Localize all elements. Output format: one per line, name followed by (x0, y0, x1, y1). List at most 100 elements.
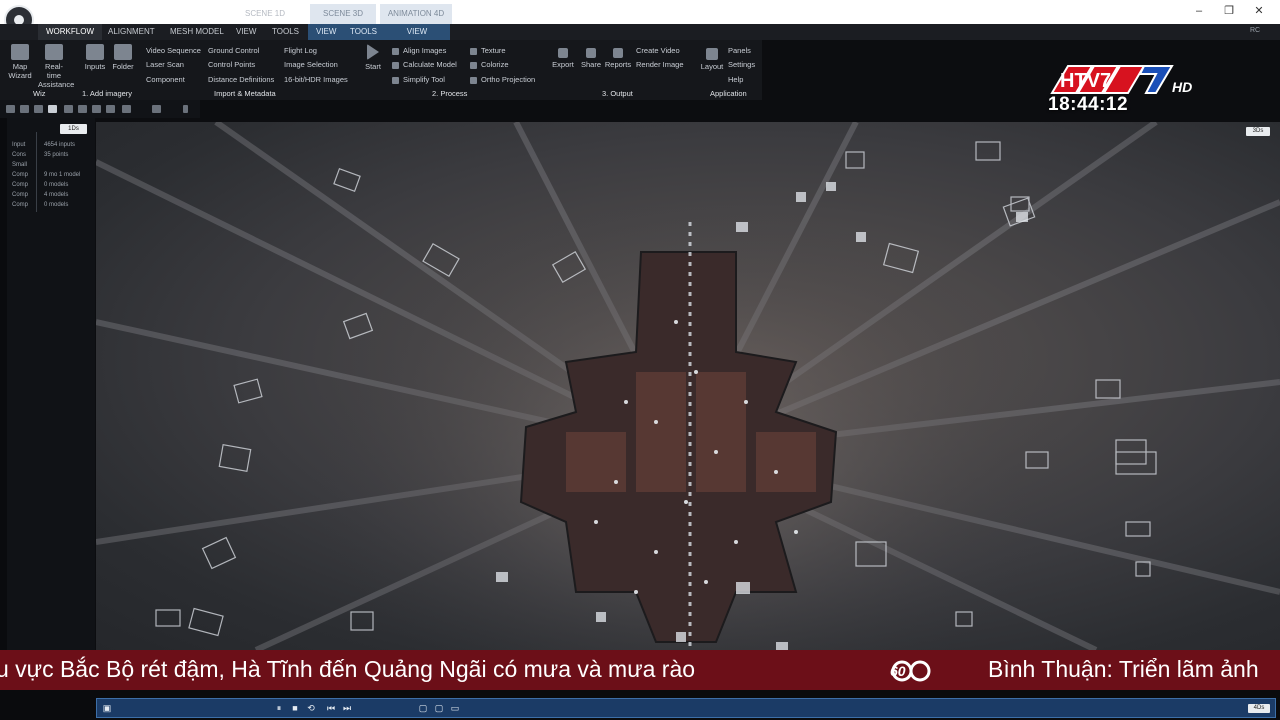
layout-6-icon[interactable] (78, 105, 87, 113)
pause-button[interactable]: ⏸ (273, 702, 285, 714)
tab-animation-4d[interactable]: ANIMATION 4D (380, 4, 452, 24)
panel-row[interactable]: Input 4654 inputs (12, 142, 92, 148)
start-button[interactable]: Start (358, 40, 388, 71)
inputs-label: Inputs (84, 62, 106, 71)
panel-row[interactable]: Small (12, 162, 92, 168)
panel-1ds-badge[interactable]: 1Ds (60, 124, 87, 134)
panel-row[interactable]: Comp 4 models (12, 192, 92, 198)
component-button[interactable]: Component (146, 75, 185, 84)
panels-button[interactable]: Panels (728, 46, 751, 55)
stop-button[interactable]: ■ (289, 702, 301, 714)
reports-button[interactable]: Reports (603, 40, 633, 69)
simplify-tool-button[interactable]: Simplify Tool (392, 75, 445, 84)
section-process: 2. Process (432, 89, 468, 98)
texture-button[interactable]: Texture (470, 46, 506, 55)
layout-9-icon[interactable] (122, 105, 131, 113)
row-key: Cons (12, 152, 27, 158)
tab-view-3[interactable]: VIEW (384, 24, 450, 40)
laser-scan-button[interactable]: Laser Scan (146, 60, 184, 69)
tab-tools-2[interactable]: TOOLS (342, 24, 385, 40)
ticker-headline-2: Bình Thuận: Triển lãm ảnh (988, 656, 1259, 682)
section-add-imagery: 1. Add imagery (82, 89, 133, 98)
layout-4-icon[interactable] (48, 105, 57, 113)
keyframe-icon[interactable]: ▢ (417, 702, 429, 714)
tab-workflow[interactable]: WORKFLOW (38, 24, 102, 40)
layout-2-icon[interactable] (20, 105, 29, 113)
layout-8-icon[interactable] (106, 105, 115, 113)
maximize-button[interactable]: ❐ (1214, 2, 1244, 20)
close-button[interactable]: ✕ (1244, 2, 1274, 20)
share-icon (586, 48, 596, 58)
layout-dropdown-icon[interactable] (183, 105, 188, 113)
tab-scene-1d[interactable]: SCENE 1D (230, 4, 300, 24)
row-key: Comp (12, 172, 29, 178)
share-button[interactable]: Share (576, 40, 606, 69)
layout-5-icon[interactable] (64, 105, 73, 113)
layout-7-icon[interactable] (92, 105, 101, 113)
render-image-button[interactable]: Render Image (636, 60, 684, 69)
map-wizard-label: Map Wizard (8, 62, 32, 80)
help-button[interactable]: Help (728, 75, 743, 84)
playback-4ds-badge[interactable]: 4Ds (1248, 704, 1270, 713)
panel-row[interactable]: Comp 9 mo 1 model (12, 172, 92, 178)
layout-10-icon[interactable] (152, 105, 161, 113)
minimize-button[interactable]: – (1184, 2, 1214, 20)
3d-viewport[interactable]: 3Ds (96, 122, 1280, 650)
row-key: Comp (12, 202, 29, 208)
next-button[interactable]: ⏭ (341, 702, 353, 714)
keyframe-add-icon[interactable]: ▢ (433, 702, 445, 714)
colorize-button[interactable]: Colorize (470, 60, 509, 69)
calculate-model-icon (392, 61, 399, 69)
ortho-projection-button[interactable]: Ortho Projection (470, 75, 535, 84)
news-ticker: u vực Bắc Bộ rét đậm, Hà Tĩnh đến Quảng … (0, 650, 1280, 690)
hdr-images-button[interactable]: 16-bit/HDR Images (284, 75, 348, 84)
layout-3-icon[interactable] (34, 105, 43, 113)
tab-scene-3d[interactable]: SCENE 3D (310, 4, 376, 24)
reports-icon (613, 48, 623, 58)
channel-hd-suffix: HD (1172, 79, 1192, 95)
folder-button[interactable]: Folder (108, 40, 138, 71)
ground-control-button[interactable]: Ground Control (208, 46, 259, 55)
panel-row[interactable]: Comp 0 models (12, 182, 92, 188)
distance-definitions-button[interactable]: Distance Definitions (208, 75, 274, 84)
calculate-model-button[interactable]: Calculate Model (392, 60, 457, 69)
video-sequence-button[interactable]: Video Sequence (146, 46, 201, 55)
play-icon (367, 44, 379, 60)
tab-alignment[interactable]: ALIGNMENT (100, 24, 163, 40)
share-label: Share (580, 60, 601, 69)
control-points-button[interactable]: Control Points (208, 60, 255, 69)
row-value: 0 models (44, 182, 69, 188)
texture-label: Texture (481, 46, 506, 55)
align-images-icon (392, 47, 399, 55)
viewport-3ds-badge[interactable]: 3Ds (1246, 127, 1270, 136)
keyframe-remove-icon[interactable]: ▭ (449, 702, 461, 714)
row-value: 9 mo 1 model (44, 172, 81, 178)
simplify-tool-icon (392, 76, 399, 84)
create-video-button[interactable]: Create Video (636, 46, 680, 55)
panel-row[interactable]: Cons 35 points (12, 152, 92, 158)
title-bar: SCENE 1D SCENE 3D ANIMATION 4D – ❐ ✕ (0, 0, 1280, 24)
inputs-button[interactable]: Inputs (80, 40, 110, 71)
row-key: Small (12, 162, 28, 168)
panel-row[interactable]: Comp 0 models (12, 202, 92, 208)
components-panel: 1Ds Input 4654 inputs Cons 35 points Small… (0, 118, 95, 650)
tab-mesh-model[interactable]: MESH MODEL (162, 24, 232, 40)
simplify-tool-label: Simplify Tool (403, 75, 445, 84)
image-selection-button[interactable]: Image Selection (284, 60, 338, 69)
export-icon (558, 48, 568, 58)
tab-tools[interactable]: TOOLS (264, 24, 307, 40)
layout-button[interactable]: Layout (697, 40, 727, 71)
assistance-button[interactable]: Real-time Assistance (38, 40, 74, 89)
layout-1-icon[interactable] (6, 105, 15, 113)
tab-view[interactable]: VIEW (228, 24, 264, 40)
settings-button[interactable]: Settings (728, 60, 755, 69)
map-wizard-button[interactable]: Map Wizard (5, 40, 35, 80)
loop-button[interactable]: ⟲ (305, 702, 317, 714)
export-button[interactable]: Export (548, 40, 578, 69)
previous-button[interactable]: ⏮ (325, 702, 337, 714)
tab-view-2[interactable]: VIEW (308, 24, 345, 40)
timeline-icon[interactable]: ▣ (101, 702, 113, 714)
assistance-icon (45, 44, 63, 60)
align-images-button[interactable]: Align Images (392, 46, 446, 55)
flight-log-button[interactable]: Flight Log (284, 46, 317, 55)
